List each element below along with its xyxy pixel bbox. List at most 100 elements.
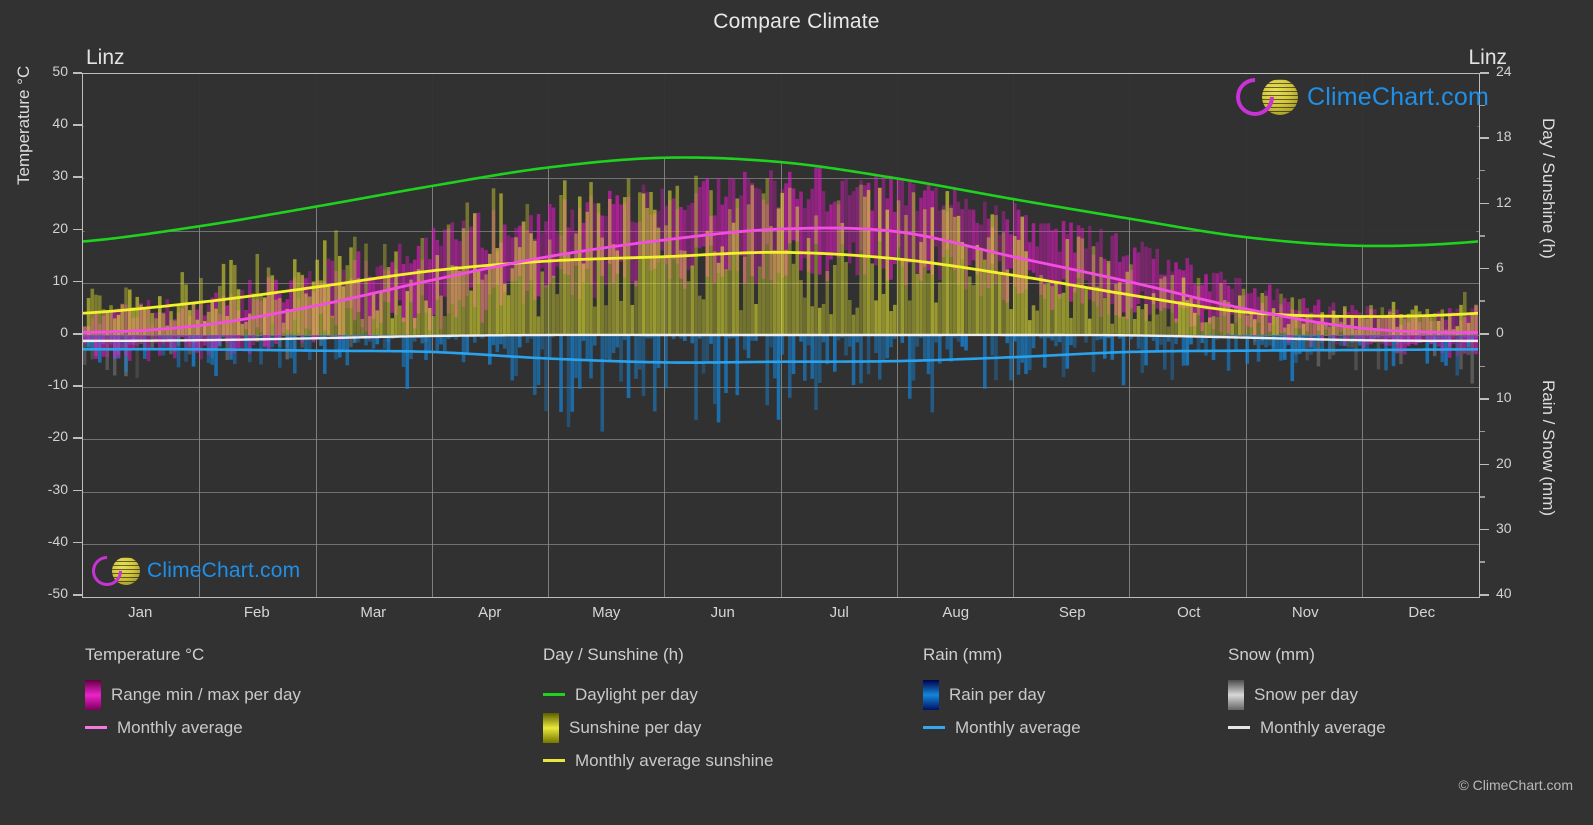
y-tick-label-left: -20 (47, 428, 68, 445)
sunshine-bar (1305, 315, 1310, 335)
y-tick-mark-left (73, 541, 82, 544)
rain-bar (930, 335, 935, 413)
legend-item[interactable]: Monthly average (923, 711, 1081, 744)
rain-bar (506, 335, 511, 357)
temperature-range-bar (889, 171, 893, 280)
temperature-range-bar (630, 221, 635, 283)
y-tick-mark-right-bottom (1480, 398, 1489, 400)
rain-bar (1155, 335, 1160, 352)
rain-bar (465, 335, 470, 355)
temperature-range-bar (1204, 274, 1208, 310)
rain-bar (926, 335, 931, 375)
sunshine-bar (349, 247, 353, 335)
sunshine-bar (94, 294, 98, 335)
sunshine-bar (1095, 286, 1100, 335)
rain-bar (503, 335, 507, 349)
legend-item-label: Monthly average (117, 717, 243, 737)
rain-bar (915, 335, 920, 347)
sunshine-bar (503, 283, 507, 335)
temperature-range-bar (698, 186, 702, 249)
sunshine-bar (818, 307, 822, 335)
temperature-range-bar (844, 178, 848, 251)
rain-bar (461, 335, 466, 363)
sunshine-bar (855, 307, 860, 335)
sunshine-bar (296, 272, 301, 335)
y-tick-label-left: -40 (47, 532, 68, 549)
sunshine-bar (690, 265, 695, 335)
sunshine-bar (1253, 319, 1257, 335)
legend-group-heading: Snow (mm) (1228, 645, 1315, 664)
x-tick-label-jul: Jul (829, 604, 849, 621)
rain-bar (724, 335, 728, 394)
sunshine-bar (653, 209, 657, 335)
rain-bar (923, 335, 927, 362)
rain-bar (878, 335, 882, 380)
temperature-range-bar (544, 221, 548, 288)
sunshine-bar (949, 207, 953, 335)
legend-item[interactable]: Monthly average (1228, 711, 1386, 744)
temperature-range-bar (739, 195, 743, 256)
temperature-range-bar (604, 216, 608, 285)
sunshine-bar (968, 276, 972, 335)
x-tick-label-jan: Jan (128, 604, 153, 621)
sunshine-bar (368, 316, 372, 335)
legend-item[interactable]: Snow per day (1228, 678, 1386, 711)
sunshine-bar (544, 285, 548, 335)
temperature-range-bar (791, 188, 796, 241)
rain-bar (949, 335, 953, 362)
y-tick-mark-left (73, 124, 82, 126)
temperature-range-bar (716, 178, 721, 273)
rain-bar (424, 335, 428, 361)
sunshine-bar (469, 290, 473, 335)
rain-bar (615, 335, 620, 348)
temperature-range-bar (810, 188, 815, 274)
x-tick-label-dec: Dec (1408, 604, 1436, 621)
sunshine-bar (1256, 312, 1261, 335)
sunshine-bar (289, 311, 293, 335)
sunshine-bar (1365, 318, 1370, 335)
sunshine-bar (1361, 315, 1366, 335)
sunshine-bar (1208, 317, 1212, 335)
legend-item[interactable]: Monthly average (85, 711, 301, 744)
sunshine-bar (431, 316, 436, 335)
y-tick-mark-left (73, 280, 82, 283)
rain-bar (765, 335, 770, 406)
temperature-range-bar (634, 222, 638, 287)
sunshine-bar (446, 224, 451, 335)
legend-item[interactable]: Rain per day (923, 678, 1081, 711)
y-tick-mark-left (73, 385, 82, 387)
sunshine-bar (203, 321, 207, 335)
sunshine-bar (308, 296, 312, 335)
watermark-logo-bottom: ClimeChart.com (85, 549, 300, 593)
legend-item[interactable]: Monthly average sunshine (543, 744, 773, 777)
copyright-text: © ClimeChart.com (1458, 777, 1573, 793)
temperature-range-bar (536, 214, 541, 297)
legend-item[interactable]: Sunshine per day (543, 711, 773, 744)
sunshine-bar (784, 249, 788, 335)
sunshine-bar (1159, 278, 1163, 335)
rain-bar (983, 335, 987, 389)
legend-item[interactable]: Range min / max per day (85, 678, 301, 711)
sunshine-bar (1245, 315, 1250, 335)
sunshine-bar (938, 282, 942, 335)
rain-bar (323, 335, 327, 374)
rain-bar (270, 335, 275, 348)
sunshine-bar (724, 269, 728, 335)
temperature-range-bar (503, 224, 507, 293)
rain-bar (626, 335, 631, 398)
rain-bar (818, 335, 822, 383)
sunshine-bar (1181, 277, 1186, 335)
sunshine-bar (874, 300, 878, 335)
legend-group-heading: Day / Sunshine (h) (543, 645, 684, 664)
legend-item[interactable]: Daylight per day (543, 678, 773, 711)
sunshine-bar (1103, 297, 1107, 335)
sunshine-bar (941, 209, 946, 335)
temperature-range-bar (908, 178, 912, 264)
city-label-left: Linz (86, 46, 125, 69)
legend-swatch-icon (1228, 679, 1244, 710)
rain-bar (1313, 335, 1317, 351)
temperature-range-bar (829, 204, 833, 260)
sunshine-bar (908, 300, 912, 335)
legend-item-label: Snow per day (1254, 684, 1358, 704)
sunshine-bar (514, 237, 518, 335)
